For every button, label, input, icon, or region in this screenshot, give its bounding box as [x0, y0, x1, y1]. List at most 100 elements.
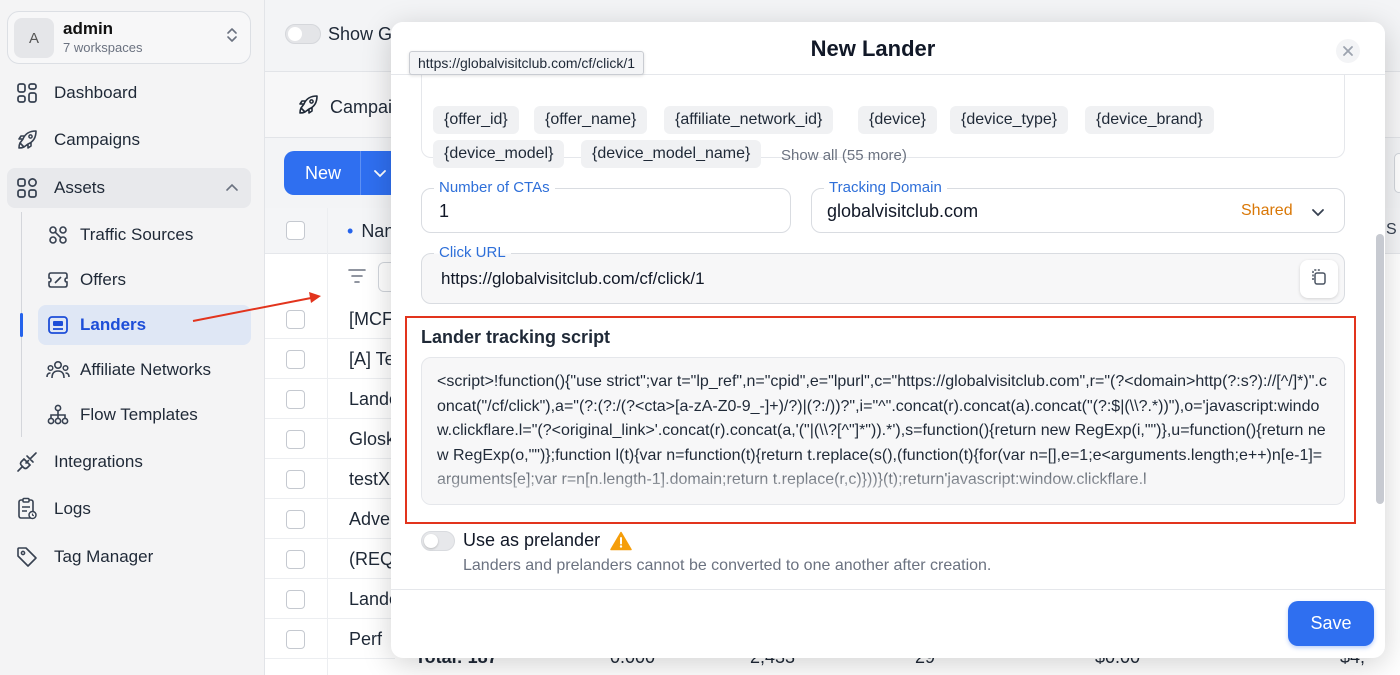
footer-divider: [391, 589, 1385, 590]
new-button-label: New: [305, 162, 342, 183]
tab-campaigns[interactable]: Campai: [296, 93, 392, 122]
hierarchy-icon: [46, 403, 70, 427]
apps-icon: [14, 175, 40, 201]
sidebar: A admin 7 workspaces Dashboard Campaigns…: [0, 0, 265, 675]
copy-button[interactable]: [1300, 260, 1338, 298]
click-url-label: Click URL: [434, 244, 511, 261]
clipboard-icon: [14, 496, 40, 522]
tag-icon: [14, 544, 40, 570]
name-column-header[interactable]: Nan: [347, 221, 394, 242]
use-as-prelander-label: Use as prelander: [463, 530, 601, 550]
tracking-domain-value: globalvisitclub.com: [827, 201, 979, 221]
tracking-domain-select[interactable]: Tracking Domain globalvisitclub.com Shar…: [811, 179, 1345, 233]
new-button[interactable]: New: [284, 151, 404, 195]
grid-icon: [14, 80, 40, 106]
show-all-tokens-link[interactable]: Show all (55 more): [781, 147, 907, 164]
rocket-icon: [296, 93, 320, 122]
click-url-field: Click URL https://globalvisitclub.com/cf…: [421, 244, 1345, 304]
sidebar-item-offers[interactable]: Offers: [38, 260, 251, 300]
row-name: Glosk: [349, 429, 396, 449]
sidebar-item-label: Landers: [80, 315, 147, 334]
close-icon[interactable]: [1336, 39, 1360, 63]
row-name: (REQ: [349, 549, 394, 569]
chevron-down-icon[interactable]: [372, 165, 388, 186]
chevron-up-down-icon: [226, 26, 238, 45]
token-chip[interactable]: {device_brand}: [1085, 106, 1214, 134]
number-of-ctas-label: Number of CTAs: [434, 179, 555, 196]
tracking-domain-label: Tracking Domain: [824, 179, 947, 196]
column-header-right: S: [1386, 221, 1397, 238]
row-checkbox[interactable]: [286, 550, 305, 569]
row-checkbox[interactable]: [286, 630, 305, 649]
token-chip[interactable]: {offer_name}: [534, 106, 648, 134]
token-chip[interactable]: {device_type}: [950, 106, 1069, 134]
sidebar-item-label: Tag Manager: [54, 547, 154, 566]
sidebar-item-label: Assets: [54, 178, 106, 197]
copy-icon: [1310, 268, 1328, 291]
token-chip[interactable]: {affiliate_network_id}: [664, 106, 834, 134]
tokens-panel: {offer_id} {offer_name} {affiliate_netwo…: [421, 62, 1345, 168]
token-chip[interactable]: {device}: [858, 106, 937, 134]
sidebar-item-label: Flow Templates: [80, 405, 198, 424]
row-name: Adver: [349, 509, 397, 529]
ticket-icon: [46, 268, 70, 292]
sidebar-item-dashboard[interactable]: Dashboard: [7, 73, 251, 113]
workspace-switcher[interactable]: A admin 7 workspaces: [7, 11, 251, 64]
shared-badge: Shared: [1241, 202, 1293, 219]
tab-label: Campai: [330, 97, 393, 117]
number-of-ctas-field[interactable]: Number of CTAs 1: [421, 179, 791, 233]
sidebar-item-affiliate-networks[interactable]: Affiliate Networks: [38, 350, 251, 390]
lander-icon: [46, 313, 70, 337]
rocket-icon: [14, 127, 40, 153]
workspace-avatar: A: [14, 18, 54, 58]
url-tooltip: https://globalvisitclub.com/cf/click/1: [409, 51, 645, 75]
number-of-ctas-value[interactable]: 1: [439, 201, 449, 222]
sidebar-item-campaigns[interactable]: Campaigns: [7, 120, 251, 160]
click-url-value: https://globalvisitclub.com/cf/click/1: [441, 269, 705, 288]
sidebar-item-label: Traffic Sources: [80, 225, 194, 244]
save-button[interactable]: Save: [1288, 601, 1374, 646]
users-icon: [46, 358, 70, 382]
sidebar-item-label: Integrations: [54, 452, 143, 471]
plug-icon: [14, 449, 40, 475]
workspace-count: 7 workspaces: [63, 40, 143, 55]
row-checkbox[interactable]: [286, 350, 305, 369]
token-chip[interactable]: {offer_id}: [433, 106, 519, 134]
sidebar-item-landers[interactable]: Landers: [38, 305, 251, 345]
row-checkbox[interactable]: [286, 310, 305, 329]
prelander-help-text: Landers and prelanders cannot be convert…: [463, 557, 992, 574]
row-checkbox[interactable]: [286, 390, 305, 409]
show-toggle[interactable]: [285, 24, 321, 44]
sidebar-item-assets[interactable]: Assets: [7, 168, 251, 208]
warning-icon[interactable]: [610, 531, 632, 556]
sidebar-item-label: Affiliate Networks: [80, 360, 212, 379]
split-divider: [360, 151, 361, 195]
active-indicator: [20, 313, 23, 337]
workspace-name: admin: [63, 19, 114, 38]
sidebar-item-tag-manager[interactable]: Tag Manager: [7, 537, 251, 577]
sidebar-item-integrations[interactable]: Integrations: [7, 442, 251, 482]
token-chip[interactable]: {device_model}: [433, 140, 565, 168]
sidebar-item-traffic-sources[interactable]: Traffic Sources: [38, 215, 251, 255]
row-checkbox[interactable]: [286, 430, 305, 449]
select-all-checkbox[interactable]: [286, 221, 305, 240]
chevron-down-icon: [1310, 204, 1326, 225]
use-as-prelander-toggle[interactable]: [421, 531, 455, 551]
token-chip[interactable]: {device_model_name}: [581, 140, 762, 168]
row-name: testX: [349, 469, 391, 489]
row-checkbox[interactable]: [286, 510, 305, 529]
modal-scrollbar[interactable]: [1376, 234, 1384, 504]
row-name: Perf: [349, 629, 383, 649]
row-checkbox[interactable]: [286, 590, 305, 609]
toolbar-control[interactable]: [1394, 153, 1400, 193]
row-name: [MCF: [349, 309, 393, 329]
nodes-icon: [46, 223, 70, 247]
sidebar-item-label: Logs: [54, 499, 91, 518]
sidebar-item-label: Dashboard: [54, 83, 138, 102]
annotation-highlight-box: [405, 316, 1356, 524]
filter-icon[interactable]: [348, 268, 366, 289]
sidebar-item-flow-templates[interactable]: Flow Templates: [38, 395, 251, 435]
sidebar-item-logs[interactable]: Logs: [7, 489, 251, 529]
row-checkbox[interactable]: [286, 470, 305, 489]
sidebar-item-label: Campaigns: [54, 130, 140, 149]
